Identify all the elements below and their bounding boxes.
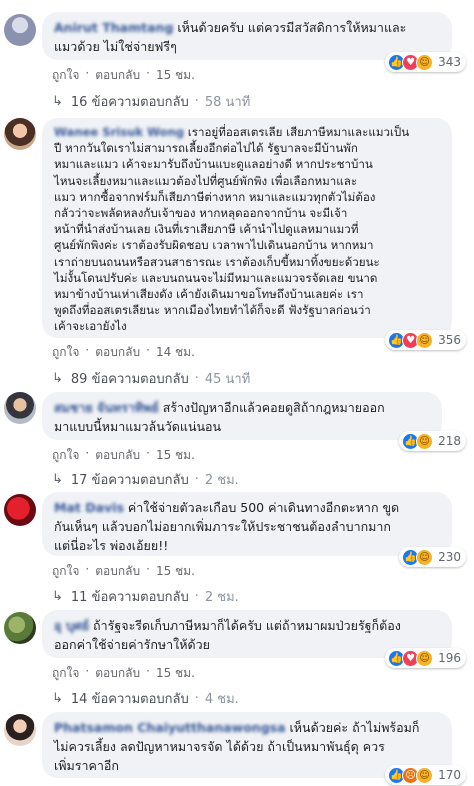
comment-timestamp[interactable]: 15 ชม. [156, 446, 195, 465]
reaction-count: 218 [438, 434, 461, 448]
dot-separator: · [146, 562, 150, 576]
like-button[interactable]: ถูกใจ [52, 343, 79, 362]
reaction-summary[interactable]: 👍 ♥ ☺ 356 [385, 330, 466, 350]
avatar[interactable] [4, 14, 36, 46]
haha-reaction-icon: ☺ [416, 649, 434, 667]
reaction-count: 343 [438, 55, 461, 69]
dot-separator: · [85, 562, 90, 576]
dot-separator: · [146, 446, 150, 460]
dot-separator: · [146, 343, 150, 357]
view-replies-link[interactable]: ↳ 11 ข้อความตอบกลับ · 2 ชม. [52, 586, 239, 607]
avatar[interactable] [4, 392, 36, 424]
reply-button[interactable]: ตอบกลับ [95, 664, 140, 683]
dot-separator: · [85, 664, 90, 678]
replies-count: 16 ข้อความตอบกลับ [70, 95, 189, 110]
like-button[interactable]: ถูกใจ [52, 66, 79, 85]
comment-bubble: สมชาย จันทราทิพย์ สร้างปัญหาอีกแล้วคอยดู… [42, 392, 442, 440]
replies-count: 89 ข้อความตอบกลับ [70, 372, 189, 387]
comment-actions: ถูกใจ · ตอบกลับ · 15 ชม. [52, 664, 201, 683]
dot-separator: · [146, 664, 150, 678]
view-replies-link[interactable]: ↳ 89 ข้อความตอบกลับ · 45 นาที [52, 368, 250, 389]
reaction-summary[interactable]: 👍 ☺ 218 [399, 431, 466, 451]
replies-count: 17 ข้อความตอบกลับ [70, 473, 189, 488]
reply-arrow-icon: ↳ [52, 472, 63, 487]
comment-bubble: Wanee Srisuk Wong เราอยู่ที่ออสเตรเลีย เ… [42, 118, 452, 338]
comment-author[interactable]: อุ บุศย์ [54, 618, 89, 633]
view-replies-link[interactable]: ↳ 16 ข้อความตอบกลับ · 58 นาที [52, 91, 250, 112]
replies-count: 11 ข้อความตอบกลับ [70, 590, 189, 605]
comment-bubble: Mat Davis ค่าใช้จ่ายตัวละเกือบ 500 ค่าเด… [42, 492, 452, 556]
reply-button[interactable]: ตอบกลับ [95, 343, 140, 362]
reply-arrow-icon: ↳ [52, 371, 63, 386]
reply-arrow-icon: ↳ [52, 589, 63, 604]
like-button[interactable]: ถูกใจ [52, 562, 79, 581]
reply-button[interactable]: ตอบกลับ [95, 66, 140, 85]
reaction-count: 356 [438, 333, 461, 347]
dot-separator: · [85, 66, 90, 80]
haha-reaction-icon: ☺ [416, 766, 434, 784]
reaction-count: 230 [438, 550, 461, 564]
comment-timestamp[interactable]: 15 ชม. [156, 66, 195, 85]
dot-separator: · [194, 94, 199, 109]
avatar[interactable] [4, 612, 36, 644]
replies-time: 4 ชม. [204, 692, 239, 707]
comment-author[interactable]: Anirut Thamtang [54, 20, 173, 35]
haha-reaction-icon: ☺ [416, 53, 434, 71]
reaction-summary[interactable]: 👍 ♥ ☺ 196 [385, 648, 466, 668]
reaction-summary[interactable]: 👍 ♥ ☺ 343 [385, 52, 466, 72]
comment-author[interactable]: Mat Davis [54, 500, 124, 515]
comment-author[interactable]: สมชาย จันทราทิพย์ [54, 400, 159, 415]
comment-actions: ถูกใจ · ตอบกลับ · 15 ชม. [52, 446, 201, 465]
comment-author[interactable]: Phatsamon Chaiyutthanawongsa [54, 720, 286, 735]
reaction-summary[interactable]: 👍 ☹ ☺ 170 [385, 765, 466, 785]
comment-actions: ถูกใจ · ตอบกลับ · 15 ชม. [52, 562, 201, 581]
dot-separator: · [194, 472, 199, 487]
reply-arrow-icon: ↳ [52, 691, 63, 706]
reply-button[interactable]: ตอบกลับ [95, 446, 140, 465]
dot-separator: · [146, 66, 150, 80]
reaction-summary[interactable]: 👍 ☺ 230 [399, 547, 466, 567]
like-button[interactable]: ถูกใจ [52, 664, 79, 683]
comment-author[interactable]: Wanee Srisuk Wong [54, 125, 184, 139]
replies-time: 2 ชม. [204, 590, 239, 605]
dot-separator: · [194, 589, 199, 604]
comment-timestamp[interactable]: 15 ชม. [156, 664, 195, 683]
comment-actions: ถูกใจ · ตอบกลับ · 14 ชม. [52, 343, 201, 362]
reply-arrow-icon: ↳ [52, 94, 63, 109]
replies-count: 14 ข้อความตอบกลับ [70, 692, 189, 707]
dot-separator: · [85, 343, 90, 357]
view-replies-link[interactable]: ↳ 17 ข้อความตอบกลับ · 2 ชม. [52, 469, 239, 490]
reply-button[interactable]: ตอบกลับ [95, 562, 140, 581]
avatar[interactable] [4, 494, 36, 526]
comment-actions: ถูกใจ · ตอบกลับ · 15 ชม. [52, 66, 201, 85]
haha-reaction-icon: ☺ [416, 331, 434, 349]
dot-separator: · [85, 446, 90, 460]
like-button[interactable]: ถูกใจ [52, 446, 79, 465]
haha-reaction-icon: ☺ [416, 432, 434, 450]
avatar[interactable] [4, 118, 36, 150]
avatar[interactable] [4, 714, 36, 746]
comment-timestamp[interactable]: 14 ชม. [156, 343, 195, 362]
view-replies-link[interactable]: ↳ 14 ข้อความตอบกลับ · 4 ชม. [52, 688, 239, 709]
replies-time: 2 ชม. [204, 473, 239, 488]
replies-time: 45 นาที [204, 372, 251, 387]
comment-timestamp[interactable]: 15 ชม. [156, 562, 195, 581]
reaction-count: 170 [438, 768, 461, 782]
replies-time: 58 นาที [204, 95, 251, 110]
dot-separator: · [194, 691, 199, 706]
reaction-count: 196 [438, 651, 461, 665]
comment-text: เราอยู่ที่ออสเตรเลีย เสียภาษีหมาและแมวเป… [54, 125, 410, 334]
haha-reaction-icon: ☺ [416, 548, 434, 566]
dot-separator: · [194, 371, 199, 386]
comment-text: ถ้ารัฐจะรีดเก็บภาษีหมาก็ได้ครับ แต่ถ้าหม… [54, 618, 401, 652]
